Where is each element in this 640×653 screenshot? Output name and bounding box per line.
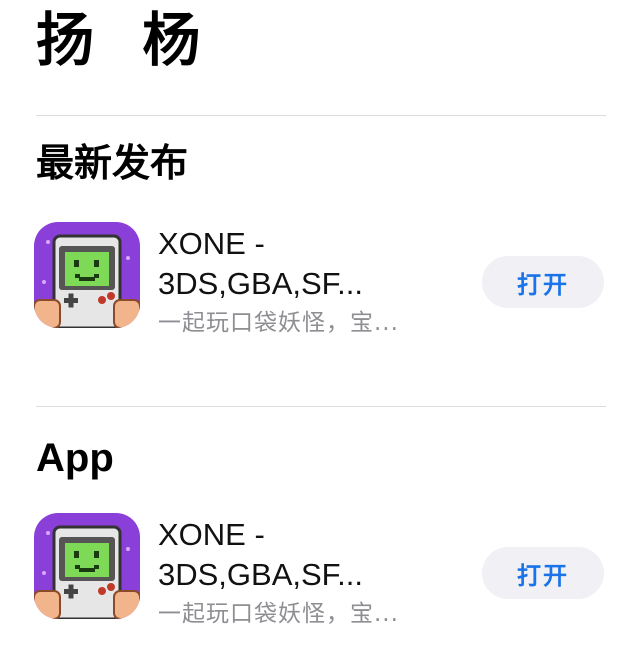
app-name[interactable]: XONE - 3DS,GBA,SF... [158,224,458,304]
app-row-latest[interactable]: XONE - 3DS,GBA,SF... 一起玩口袋妖怪，宝... 打开 [0,222,640,342]
gameboy-face-icon[interactable] [34,513,140,619]
app-subtitle: 一起玩口袋妖怪，宝... [158,310,399,336]
divider [36,406,606,407]
section-title-latest: 最新发布 [36,141,189,185]
open-button[interactable]: 打开 [482,547,604,599]
app-row-app[interactable]: XONE - 3DS,GBA,SF... 一起玩口袋妖怪，宝... 打开 [0,513,640,633]
app-name-line1: XONE - [158,226,265,261]
open-button[interactable]: 打开 [482,256,604,308]
divider [36,115,606,116]
app-name-line1: XONE - [158,517,265,552]
app-name[interactable]: XONE - 3DS,GBA,SF... [158,515,458,595]
app-name-line2: 3DS,GBA,SF... [158,557,364,592]
page-title: 扬 杨 [36,6,215,74]
gameboy-face-icon[interactable] [34,222,140,328]
section-title-app: App [36,436,114,480]
app-name-line2: 3DS,GBA,SF... [158,266,364,301]
app-subtitle: 一起玩口袋妖怪，宝... [158,601,399,627]
